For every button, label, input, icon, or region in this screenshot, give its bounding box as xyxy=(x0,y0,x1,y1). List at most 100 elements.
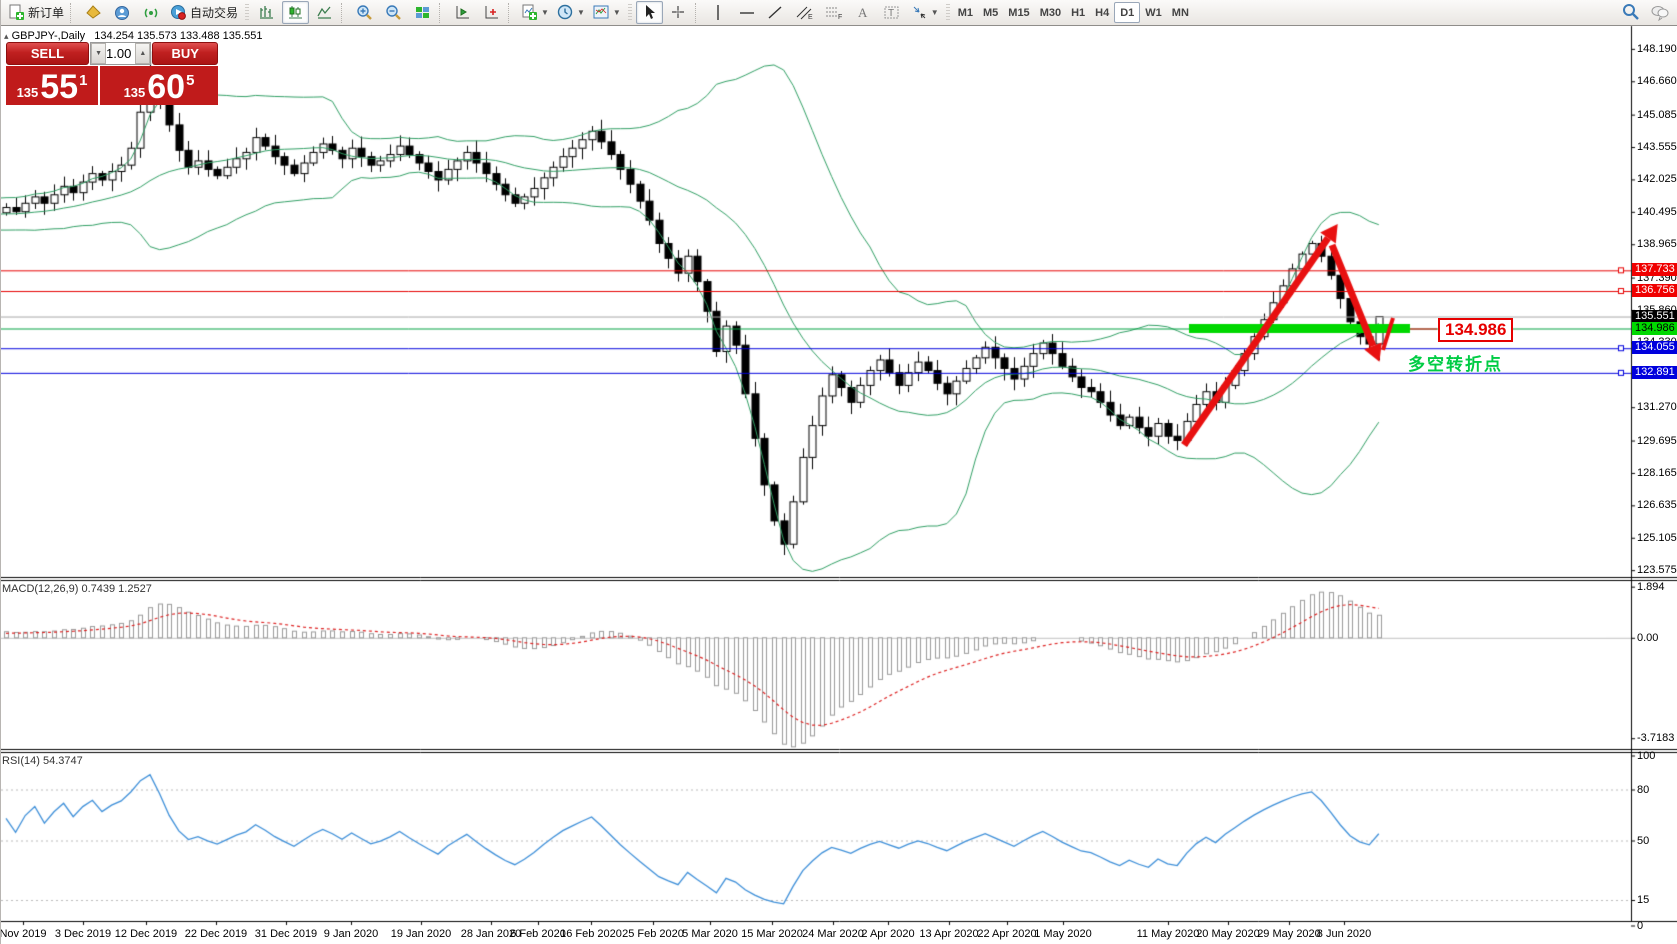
dropdown-arrow: ▼ xyxy=(930,8,939,17)
trendline-icon xyxy=(768,6,782,19)
horizontal-line-button[interactable] xyxy=(734,1,761,24)
volume-value[interactable]: 1.00 xyxy=(106,43,135,64)
toolbar-grip xyxy=(627,3,632,22)
metaeditor-icon xyxy=(85,4,102,21)
vertical-line-button[interactable] xyxy=(705,1,732,24)
template-icon xyxy=(593,5,609,19)
trendline-button[interactable] xyxy=(763,1,790,24)
sell-price-big: 55 xyxy=(40,68,79,106)
price-level-tag: 137.733 xyxy=(1632,263,1677,277)
price-axis-tick: 145.085 xyxy=(1637,108,1677,121)
text-label-button[interactable]: T xyxy=(879,1,906,24)
timeframe-w1[interactable]: W1 xyxy=(1140,3,1167,22)
zoom-out-icon xyxy=(385,5,401,20)
auto-scroll-button[interactable] xyxy=(449,1,476,24)
bar-chart-icon xyxy=(259,6,273,19)
sell-price-prefix: 135 xyxy=(16,85,39,100)
price-axis-tick: 125.105 xyxy=(1637,531,1677,544)
crosshair-icon xyxy=(672,6,685,18)
fibonacci-button[interactable]: F xyxy=(821,1,848,24)
sell-price[interactable]: 135 55 1 xyxy=(6,66,98,105)
rsi-axis-tick: 80 xyxy=(1637,783,1650,796)
auto-trading-icon xyxy=(170,4,187,21)
community-button[interactable] xyxy=(109,1,136,24)
indicators-button[interactable]: ▼ xyxy=(518,1,552,24)
new-order-icon xyxy=(8,4,25,21)
zoom-in-icon xyxy=(356,5,372,20)
channel-icon: E xyxy=(796,6,813,21)
svg-text:T: T xyxy=(888,8,894,19)
separator xyxy=(508,2,515,23)
signals-button[interactable] xyxy=(138,1,165,24)
new-order-button[interactable]: 新订单 xyxy=(5,1,67,24)
volume-decrease-button[interactable]: ▼ xyxy=(91,43,107,64)
candlestick-chart-button[interactable] xyxy=(282,1,310,24)
price-axis-tick: 138.965 xyxy=(1637,238,1677,251)
toolbar-grip xyxy=(945,3,950,22)
price-axis-tick: 148.190 xyxy=(1637,42,1677,55)
turning-point-note[interactable]: 多空转折点 xyxy=(1408,350,1503,375)
separator xyxy=(341,2,348,23)
timeframe-m15[interactable]: M15 xyxy=(1003,3,1034,22)
metaeditor-button[interactable] xyxy=(80,1,107,24)
date-axis-label: 12 Dec 2019 xyxy=(114,928,178,940)
cursor-button[interactable] xyxy=(635,1,663,24)
price-level-tag: 136.756 xyxy=(1632,284,1677,298)
text-button[interactable]: A xyxy=(850,1,877,24)
clock-icon xyxy=(557,4,573,20)
vertical-line-icon xyxy=(717,5,719,20)
svg-text:A: A xyxy=(858,5,868,20)
search-icon[interactable] xyxy=(1622,3,1640,21)
periods-button[interactable]: ▼ xyxy=(554,1,588,24)
rsi-axis-tick: 0 xyxy=(1637,919,1644,932)
dropdown-arrow: ▼ xyxy=(612,8,621,17)
sell-button[interactable]: SELL xyxy=(6,42,90,65)
price-level-tag: 132.891 xyxy=(1632,365,1677,379)
dropdown-arrow: ▼ xyxy=(541,8,549,17)
auto-scroll-icon xyxy=(456,6,469,19)
price-axis-tick: 142.025 xyxy=(1637,173,1677,186)
price-axis-tick: 140.495 xyxy=(1637,205,1677,218)
arrows-button[interactable]: ▼ xyxy=(908,1,942,24)
timeframe-mn[interactable]: MN xyxy=(1167,3,1194,22)
mt4-window: { "toolbar": { "new_order_label": "新订单",… xyxy=(0,0,1677,944)
date-axis-label: 22 Dec 2019 xyxy=(184,928,248,940)
toolbar: 新订单 自动交易 ▼ ▼ ▼ E F A T ▼ M1 M5 M15 M30 H… xyxy=(1,0,1677,26)
auto-trading-button[interactable]: 自动交易 xyxy=(167,1,241,24)
templates-button[interactable]: ▼ xyxy=(590,1,624,24)
zoom-in-button[interactable] xyxy=(351,1,378,24)
price-level-tag: 134.055 xyxy=(1632,341,1677,355)
timeframe-m30[interactable]: M30 xyxy=(1035,3,1066,22)
chart-symbol: GBPJPY-,Daily xyxy=(11,30,86,42)
macd-indicator-label: MACD(12,26,9) 0.7439 1.2527 xyxy=(2,583,152,595)
rsi-indicator-label: RSI(14) 54.3747 xyxy=(2,755,83,767)
buy-button[interactable]: BUY xyxy=(152,42,218,65)
timeframe-d1[interactable]: D1 xyxy=(1114,2,1141,23)
volume-increase-button[interactable]: ▲ xyxy=(135,43,151,64)
crosshair-button[interactable] xyxy=(665,1,692,24)
community-icon xyxy=(114,4,131,21)
line-chart-button[interactable] xyxy=(311,1,338,24)
timeframe-h1[interactable]: H1 xyxy=(1066,3,1090,22)
zoom-out-button[interactable] xyxy=(380,1,407,24)
collapse-arrow-icon[interactable]: ▴ xyxy=(4,31,9,41)
support-price-callout[interactable]: 134.986 xyxy=(1438,318,1514,342)
new-order-label: 新订单 xyxy=(28,6,65,20)
tile-windows-button[interactable] xyxy=(409,1,436,24)
chart-shift-button[interactable] xyxy=(478,1,505,24)
macd-axis-tick: 0.00 xyxy=(1637,631,1659,644)
arrows-icon xyxy=(913,6,926,19)
timeframe-h4[interactable]: H4 xyxy=(1090,3,1114,22)
timeframe-m1[interactable]: M1 xyxy=(953,3,978,22)
chart-canvas[interactable] xyxy=(1,0,1677,944)
price-level-tag: 134.986 xyxy=(1632,321,1677,335)
channel-button[interactable]: E xyxy=(792,1,819,24)
timeframe-m5[interactable]: M5 xyxy=(978,3,1003,22)
chart-title: ▴ GBPJPY-,Daily 134.254 135.573 133.488 … xyxy=(4,30,262,42)
macd-axis-tick: 1.894 xyxy=(1637,580,1665,593)
buy-price[interactable]: 135 60 5 xyxy=(100,66,218,105)
separator xyxy=(439,2,446,23)
date-axis-label: 9 Jan 2020 xyxy=(323,928,379,940)
chat-icon[interactable] xyxy=(1650,3,1670,21)
bar-chart-button[interactable] xyxy=(253,1,280,24)
